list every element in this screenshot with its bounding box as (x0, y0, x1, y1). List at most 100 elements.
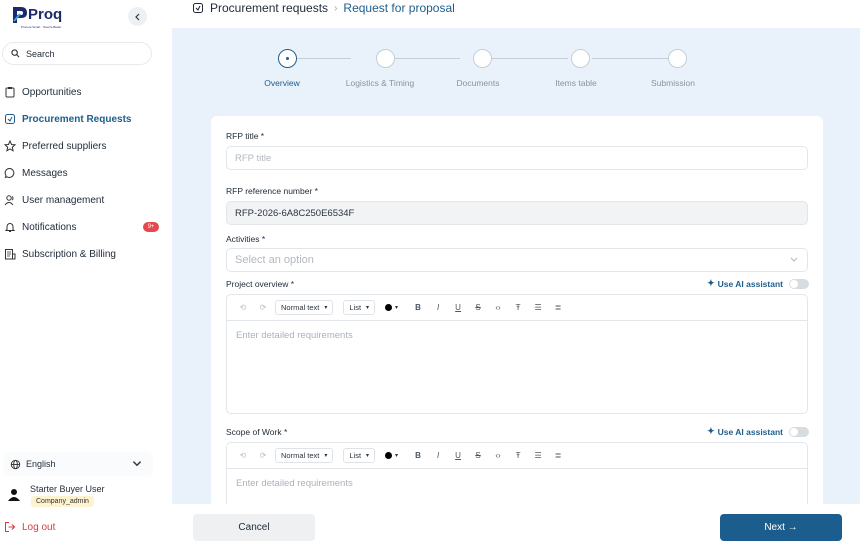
form-footer: Cancel Next → (172, 504, 860, 544)
list-label: List (349, 303, 362, 312)
proq-logo-icon (13, 7, 27, 23)
text-color-picker[interactable]: ▾ (385, 452, 398, 459)
notifications-badge: 9+ (143, 222, 159, 232)
step-connector (490, 58, 568, 59)
undo-icon[interactable]: ⟲ (235, 451, 251, 460)
clear-format-icon[interactable]: Ŧ (510, 303, 526, 312)
caret-down-icon: ▾ (395, 453, 399, 459)
step-label-overview[interactable]: Overview (264, 78, 299, 88)
numbered-list-icon[interactable]: ≣ (550, 451, 566, 460)
logout-label: Log out (22, 521, 56, 533)
scope-of-work-placeholder: Enter detailed requirements (236, 478, 353, 489)
underline-icon[interactable]: U (450, 451, 466, 460)
bullet-list-icon[interactable]: ☰ (530, 451, 546, 460)
bell-icon (4, 223, 16, 232)
numbered-list-icon[interactable]: ≣ (550, 303, 566, 312)
activities-placeholder: Select an option (235, 254, 314, 266)
toggle-switch[interactable] (789, 278, 809, 289)
list-label: List (349, 451, 362, 460)
sidebar-item-user-management[interactable]: User management (4, 192, 104, 208)
step-logistics-dot[interactable] (376, 49, 395, 68)
ai-assistant-toggle-overview[interactable]: ✦ Use AI assistant (707, 278, 809, 289)
sidebar-item-opportunities[interactable]: Opportunities (4, 84, 81, 100)
underline-icon[interactable]: U (450, 303, 466, 312)
rfp-title-placeholder: RFP title (235, 152, 272, 164)
sidebar-item-label: Preferred suppliers (22, 140, 107, 152)
logout-button[interactable]: Log out (4, 521, 55, 533)
ai-assistant-toggle-scope[interactable]: ✦ Use AI assistant (707, 426, 809, 437)
step-label-documents[interactable]: Documents (457, 78, 500, 88)
breadcrumb-current: Request for proposal (343, 1, 455, 15)
step-overview-dot[interactable] (278, 49, 297, 68)
color-dot-icon (385, 304, 393, 311)
step-items-dot[interactable] (571, 49, 590, 68)
undo-icon[interactable]: ⟲ (235, 303, 251, 312)
color-dot-icon (385, 452, 393, 459)
collapse-sidebar-button[interactable] (128, 7, 147, 26)
chevron-down-icon (132, 461, 142, 467)
activities-select[interactable]: Select an option (226, 248, 808, 272)
step-label-logistics[interactable]: Logistics & Timing (346, 78, 415, 88)
step-documents-dot[interactable] (473, 49, 492, 68)
user-name: Starter Buyer User (30, 484, 105, 494)
rfp-title-input[interactable]: RFP title (226, 146, 808, 170)
user-avatar-icon (8, 489, 20, 501)
search-label: Search (26, 48, 55, 59)
redo-icon[interactable]: ⟳ (255, 451, 271, 460)
bold-icon[interactable]: B (410, 303, 426, 312)
list-select[interactable]: List ▾ (343, 300, 376, 315)
bold-icon[interactable]: B (410, 451, 426, 460)
list-select[interactable]: List ▾ (343, 448, 376, 463)
rfp-reference-label: RFP reference number * (226, 186, 318, 196)
italic-icon[interactable]: I (430, 451, 446, 460)
strikethrough-icon[interactable]: S (470, 451, 486, 460)
text-style-select[interactable]: Normal text ▾ (275, 448, 334, 463)
sidebar-item-messages[interactable]: Messages (4, 165, 68, 181)
rfp-form-card: RFP title * RFP title RFP reference numb… (211, 116, 823, 516)
ai-assistant-label: Use AI assistant (717, 426, 783, 437)
sidebar-item-label: User management (22, 194, 105, 206)
language-select[interactable]: English (3, 452, 153, 476)
text-style-select[interactable]: Normal text ▾ (275, 300, 334, 315)
sidebar: Proq Procure Smart · Source Better Searc… (0, 0, 172, 544)
project-overview-editor[interactable]: ⟲ ⟳ Normal text ▾ List ▾ ▾ B I U S ‹› Ŧ ☰ … (226, 294, 808, 414)
user-profile[interactable]: Starter Buyer User Company_admin (6, 482, 156, 512)
brand-name: Proq (28, 6, 63, 23)
step-label-items-table[interactable]: Items table (555, 78, 597, 88)
code-icon[interactable]: ‹› (490, 451, 506, 460)
strikethrough-icon[interactable]: S (470, 303, 486, 312)
sparkle-icon: ✦ (707, 278, 715, 288)
caret-down-icon: ▾ (366, 453, 370, 459)
sidebar-item-preferred-suppliers[interactable]: Preferred suppliers (4, 138, 106, 154)
breadcrumb-parent[interactable]: Procurement requests (210, 1, 328, 15)
rfp-reference-value: RFP-2026-6A8C250E6534F (235, 207, 355, 219)
bullet-list-icon[interactable]: ☰ (530, 303, 546, 312)
rfp-title-label: RFP title * (226, 131, 265, 141)
rfp-reference-input[interactable]: RFP-2026-6A8C250E6534F (226, 201, 808, 225)
proq-logo[interactable]: Proq Procure Smart · Source Better (11, 5, 71, 31)
clear-format-icon[interactable]: Ŧ (510, 451, 526, 460)
form-canvas: Overview Logistics & Timing Documents It… (172, 28, 860, 516)
sidebar-item-subscription-billing[interactable]: Subscription & Billing (4, 246, 116, 262)
redo-icon[interactable]: ⟳ (255, 303, 271, 312)
step-submission-dot[interactable] (668, 49, 687, 68)
language-label: English (26, 459, 56, 469)
caret-down-icon: ▾ (366, 305, 370, 311)
brand-tagline: Procure Smart · Source Better (21, 25, 62, 29)
sidebar-item-notifications[interactable]: Notifications (4, 219, 76, 235)
chevron-left-icon (134, 13, 139, 20)
caret-down-icon: ▾ (324, 305, 328, 311)
main-content: Procurement requests › Request for propo… (172, 0, 860, 544)
cancel-button[interactable]: Cancel (193, 514, 315, 541)
sidebar-item-procurement-requests[interactable]: Procurement Requests (4, 111, 131, 127)
next-button[interactable]: Next → (720, 514, 842, 541)
code-icon[interactable]: ‹› (490, 303, 506, 312)
search-input[interactable]: Search (2, 42, 152, 65)
breadcrumb: Procurement requests › Request for propo… (192, 0, 455, 16)
step-label-submission[interactable]: Submission (651, 78, 695, 88)
toggle-switch[interactable] (789, 426, 809, 437)
caret-down-icon: ▾ (395, 305, 399, 311)
text-color-picker[interactable]: ▾ (385, 304, 398, 311)
globe-icon (10, 459, 21, 469)
italic-icon[interactable]: I (430, 303, 446, 312)
